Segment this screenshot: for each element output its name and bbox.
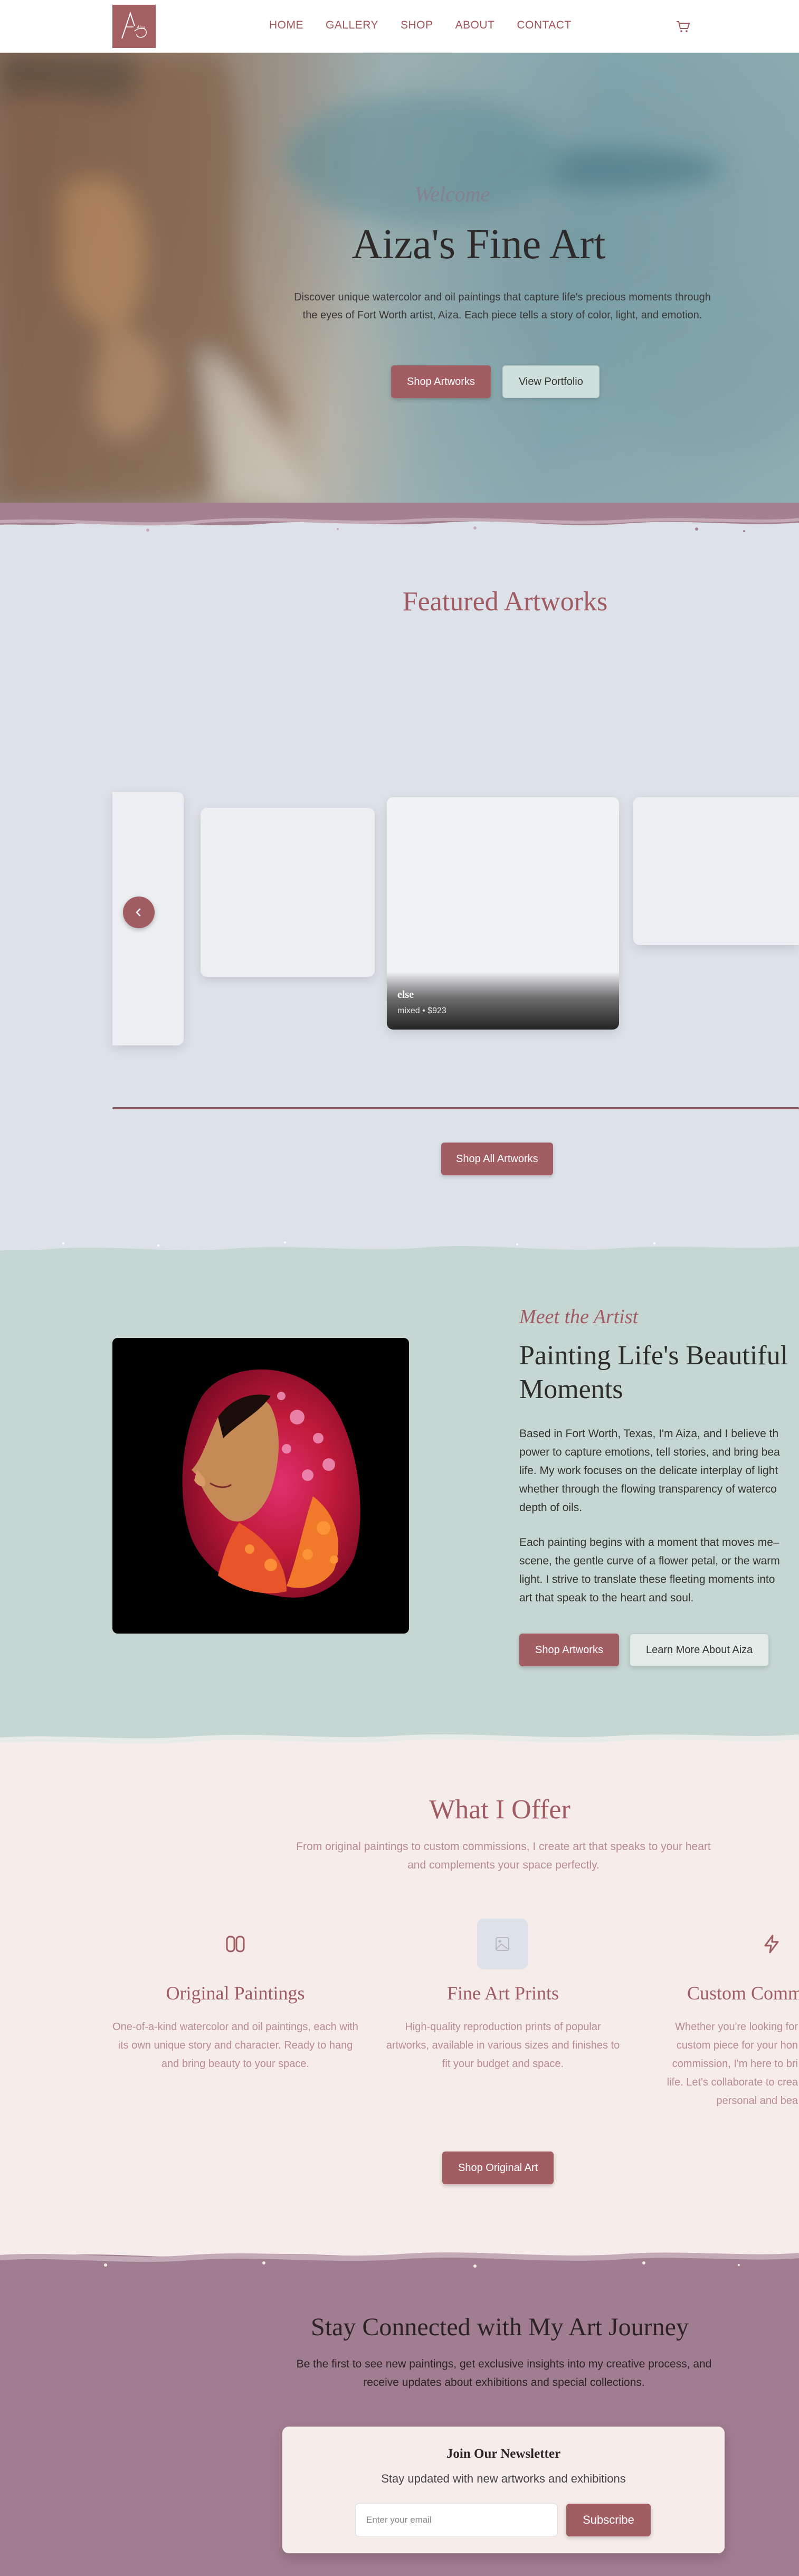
nav-link-home[interactable]: HOME [269,19,303,32]
offer-item-description: Whether you're looking for custom piece … [649,2018,799,2110]
nav-link-gallery[interactable]: GALLERY [326,19,378,32]
newsletter-section: Stay Connected with My Art Journey Be th… [0,2270,799,2576]
about-artist-section: Meet the Artist Painting Life's Beautifu… [0,1262,799,1729]
artist-shop-artworks-button[interactable]: Shop Artworks [519,1634,619,1666]
offer-item-title: Custom Comm [687,1983,799,2004]
top-navigation: Aiza HOME GALLERY SHOP ABOUT CONTACT [0,0,799,53]
offer-item-title: Original Paintings [166,1983,305,2004]
artwork-caption: else mixed • $923 [387,971,619,1030]
logo[interactable]: Aiza [112,5,156,48]
artist-heading: Painting Life's Beautiful Moments [519,1339,799,1407]
offer-desc-line: personal and bea [716,2095,798,2107]
cart-icon[interactable] [674,18,691,35]
artwork-title: else [397,989,414,1001]
offer-desc-line: life. Let's collaborate to crea [667,2077,798,2088]
learn-more-button[interactable]: Learn More About Aiza [629,1634,769,1666]
hero-title: Aiza's Fine Art [351,221,606,268]
featured-artworks-section: Featured Artworks else mixed • $923 [0,533,799,1243]
bio-line: scene, the gentle curve of a flower peta… [519,1555,780,1567]
newsletter-card: Join Our Newsletter Stay updated with ne… [282,2427,725,2553]
chevron-left-icon [136,908,141,917]
bio-line: whether through the flowing transparency… [519,1483,777,1495]
artist-bio-paragraph: Each painting begins with a moment that … [519,1533,799,1607]
logo-mark-icon: Aiza [121,11,147,39]
shop-original-art-button[interactable]: Shop Original Art [442,2152,554,2184]
bio-line: Each painting begins with a moment that … [519,1536,779,1549]
bio-line: Based in Fort Worth, Texas, I'm Aiza, an… [519,1428,779,1440]
lightning-icon [746,1919,797,1969]
carousel-prev-button[interactable] [123,897,155,928]
featured-title: Featured Artworks [402,587,608,617]
email-field[interactable] [355,2504,558,2536]
shop-artworks-button[interactable]: Shop Artworks [391,365,491,398]
shop-all-artworks-button[interactable]: Shop All Artworks [441,1143,553,1175]
bio-line: art that speak to the heart and soul. [519,1592,694,1604]
offer-item-title: Fine Art Prints [446,1983,559,2004]
hero-description: Discover unique watercolor and oil paint… [294,291,711,321]
offer-desc-line: commission, I'm here to bri [672,2058,798,2070]
nav-link-contact[interactable]: CONTACT [517,19,571,32]
hero-section: Welcome Aiza's Fine Art Discover unique … [0,53,799,503]
artist-heading-line: Moments [519,1374,623,1404]
artwork-card[interactable] [633,797,799,945]
offer-subtitle: From original paintings to custom commis… [296,1841,711,1871]
newsletter-description: Be the first to see new paintings, get e… [296,2358,712,2389]
bio-line: life. My work focuses on the delicate in… [519,1465,778,1477]
subscribe-button[interactable]: Subscribe [566,2504,651,2536]
artist-portrait-image [112,1338,409,1634]
artwork-card-active[interactable]: else mixed • $923 [387,797,619,1030]
what-i-offer-section: What I Offer From original paintings to … [0,1758,799,2260]
wave-divider [0,503,799,534]
artist-bio-paragraph: Based in Fort Worth, Texas, I'm Aiza, an… [519,1424,799,1517]
bio-line: power to capture emotions, tell stories,… [519,1446,780,1458]
newsletter-heading: Stay Connected with My Art Journey [311,2313,689,2341]
offer-desc-line: Whether you're looking for [675,2021,798,2033]
image-icon [477,1919,528,1969]
wave-divider [0,1726,799,1760]
bio-line: depth of oils. [519,1502,583,1514]
artist-eyebrow: Meet the Artist [519,1306,639,1328]
artist-heading-line: Painting Life's Beautiful [519,1341,788,1371]
offer-desc-line: custom piece for your hon [676,2040,798,2051]
carousel-progress-bar [112,1107,799,1109]
newsletter-card-subtitle: Stay updated with new artworks and exhib… [381,2472,626,2485]
nav-link-about[interactable]: ABOUT [455,19,495,32]
artwork-card[interactable] [201,808,375,977]
bio-line: light. I strive to translate these fleet… [519,1573,775,1586]
offer-title: What I Offer [429,1795,570,1825]
hero-welcome: Welcome [414,182,490,206]
hero-background-painting [0,53,799,503]
newsletter-card-title: Join Our Newsletter [446,2447,561,2461]
artwork-meta: mixed • $923 [397,1006,446,1015]
nav-link-shop[interactable]: SHOP [401,19,433,32]
view-portfolio-button[interactable]: View Portfolio [502,365,600,398]
offer-item-description: High-quality reproduction prints of popu… [386,2021,620,2070]
palette-icon [210,1919,261,1969]
offer-item-description: One-of-a-kind watercolor and oil paintin… [112,2021,358,2070]
svg-text:Aiza: Aiza [136,25,146,30]
